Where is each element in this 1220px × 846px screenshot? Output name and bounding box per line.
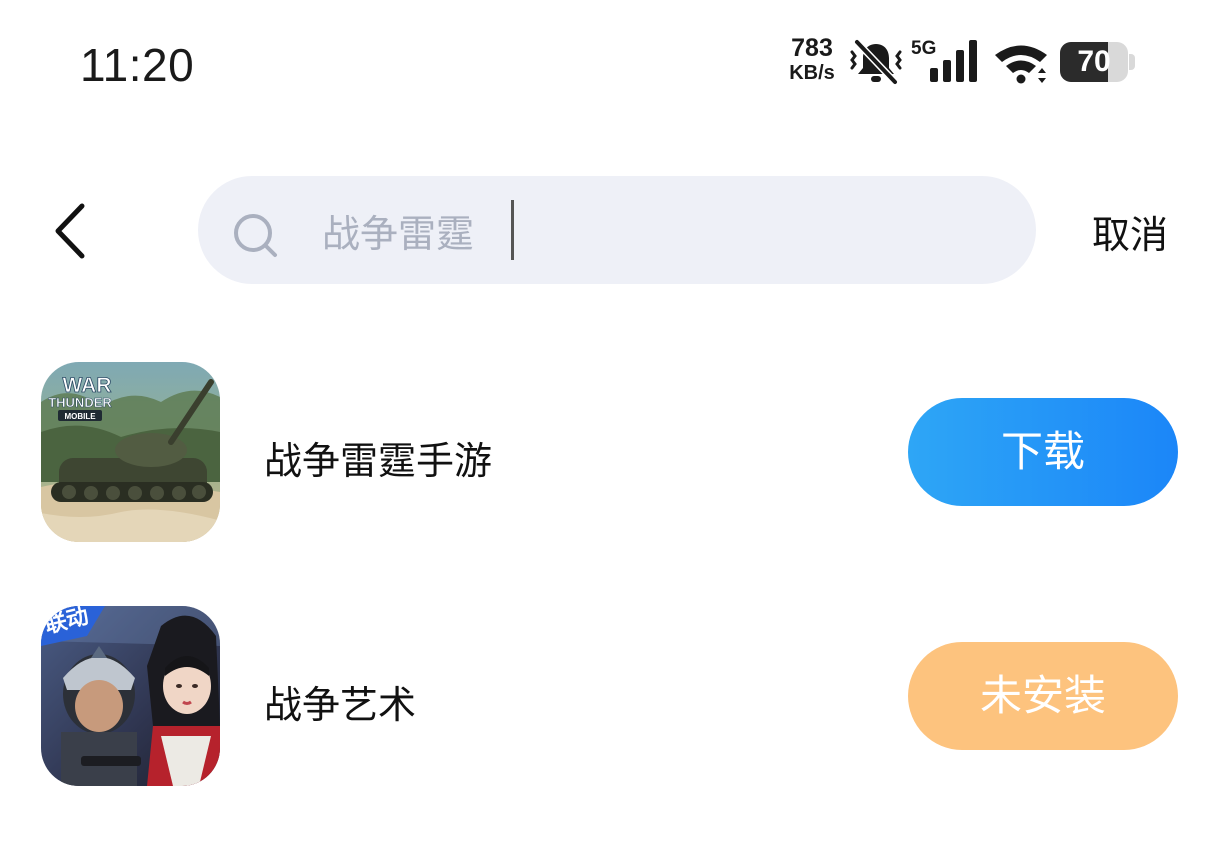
- search-result-item[interactable]: 联动 战争艺术 未安装: [0, 606, 1220, 796]
- wifi-icon: [995, 45, 1047, 84]
- battery-cap: [1129, 54, 1135, 70]
- download-button[interactable]: 下载: [908, 398, 1178, 506]
- icon-badge-line-1: WAR: [63, 374, 112, 397]
- not-installed-button[interactable]: 未安装: [908, 642, 1178, 750]
- app-icon-war-thunder-mobile[interactable]: WAR THUNDER MOBILE: [41, 362, 220, 542]
- network-type-label: 5G: [911, 38, 936, 59]
- cellular-signal-icon: 5G: [911, 38, 977, 82]
- app-icon-art-of-war[interactable]: 联动: [41, 606, 220, 786]
- search-input[interactable]: [322, 198, 1002, 262]
- battery-level: 70: [1077, 45, 1111, 78]
- search-screen: 11:20 783 KB/s 5G 70 战争雷霆 取消 WAR THUNDER…: [0, 0, 1220, 846]
- status-time: 11:20: [80, 39, 195, 91]
- back-button[interactable]: [40, 196, 100, 266]
- network-speed-value: 783: [791, 34, 833, 62]
- cancel-button[interactable]: 取消: [1092, 204, 1168, 259]
- network-speed: 783 KB/s: [784, 34, 840, 84]
- text-caret: [511, 200, 514, 260]
- battery-indicator: 70: [1060, 42, 1136, 82]
- icon-badge-line-2: THUNDER: [48, 395, 112, 410]
- game-characters-artwork-icon: 联动: [41, 606, 220, 786]
- search-icon: [234, 214, 277, 257]
- ringer-muted-icon: [850, 38, 902, 86]
- battery-body: 70: [1060, 42, 1128, 82]
- chevron-left-icon: [55, 203, 85, 259]
- tank-artwork-icon: WAR THUNDER MOBILE: [41, 362, 220, 542]
- search-result-item[interactable]: WAR THUNDER MOBILE 战争雷霆手游 下载: [0, 362, 1220, 552]
- icon-badge-line-3: MOBILE: [64, 412, 96, 421]
- search-box[interactable]: [198, 176, 1036, 284]
- app-name[interactable]: 战争雷霆手游: [264, 430, 492, 485]
- network-speed-unit: KB/s: [789, 62, 835, 84]
- app-name[interactable]: 战争艺术: [264, 674, 416, 729]
